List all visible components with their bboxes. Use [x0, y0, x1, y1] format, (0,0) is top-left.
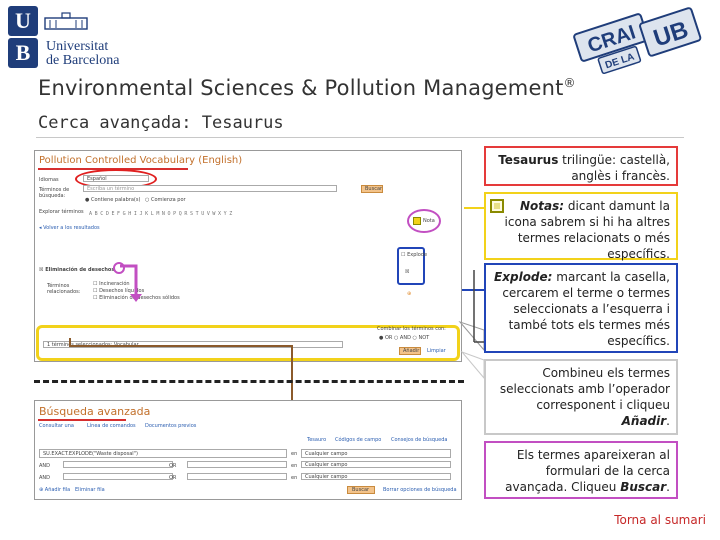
query-field-2b[interactable]	[187, 461, 287, 468]
page-subtitle: Cerca avançada: Tesaurus	[38, 113, 284, 133]
advanced-search-title-underline	[38, 419, 126, 421]
related-item[interactable]: ☐ Desechos líquidos	[93, 288, 144, 294]
entry-note-highlight	[113, 262, 125, 274]
explode-label: ☐ Explode	[401, 252, 428, 258]
advanced-search-title: Búsqueda avanzada	[39, 405, 151, 418]
advanced-search-button[interactable]: Buscar	[347, 486, 375, 494]
explore-label: Explorar términos	[39, 209, 84, 215]
option-contains[interactable]: ● Contiene palabra(s)	[85, 197, 140, 203]
combine-label: Combinar los términos con:	[377, 326, 446, 332]
term-input[interactable]: Escriba un término	[83, 185, 337, 192]
logo-name: Universitat de Barcelona	[46, 39, 120, 68]
info-box-explode: Explode: marcant la casella, cercarem el…	[484, 263, 678, 353]
remove-row-link[interactable]: Eliminar fila	[75, 487, 105, 493]
note-icon	[490, 199, 504, 213]
explode-checkbox[interactable]: ☒	[405, 269, 409, 275]
logo-letter-u: U	[8, 6, 38, 36]
info-box-search: Els termes apareixeran al formulari de l…	[484, 441, 678, 499]
row2-mid-operator[interactable]: OR	[169, 463, 176, 469]
field-select-3[interactable]: Cualquier campo	[301, 473, 451, 480]
entry-term[interactable]: ☒ Eliminación de desechos	[39, 267, 114, 273]
advanced-search-screenshot: Búsqueda avanzada Consultar una Línea de…	[34, 400, 462, 500]
clear-form-link[interactable]: Borrar opciones de búsqueda	[383, 487, 457, 493]
row2-operator[interactable]: AND	[39, 463, 50, 469]
ub-logo: U B Universitat de Barcelona	[8, 6, 158, 68]
crai-logo: CRAI DE LA UB	[573, 7, 702, 74]
field-select-2[interactable]: Cualquier campo	[301, 461, 451, 468]
query-field-3[interactable]	[63, 473, 173, 480]
torna-sumari-link[interactable]: Torna al sumari	[614, 513, 706, 527]
option-starts[interactable]: ○ Comienza por	[145, 197, 186, 203]
alphabet-nav[interactable]: ABCDEFGHIJKLMNOPQRSTUVWXYZ	[89, 211, 235, 217]
row3-operator[interactable]: AND	[39, 475, 50, 481]
selected-terms-box: 1 términos seleccionados: Vocabular	[43, 341, 343, 348]
add-button[interactable]: Añadir	[399, 347, 421, 355]
query-field-2[interactable]	[63, 461, 173, 468]
thesaurus-screenshot: Pollution Controlled Vocabulary (English…	[34, 150, 462, 362]
related-item[interactable]: ☐ Eliminación de desechos sólidos	[93, 295, 180, 301]
info-box-thesaurus: Tesaurus trilingüe: castellà, anglès i f…	[484, 146, 678, 186]
field-select-1[interactable]: Cualquier campo	[301, 449, 451, 458]
combine-options[interactable]: ● OR ○ AND ○ NOT	[379, 335, 429, 341]
term-label: Términos de búsqueda:	[39, 187, 70, 199]
explode-note-icon[interactable]: ⊕	[407, 291, 411, 297]
header-divider	[36, 137, 684, 138]
info-box-notes: Notas: dicant damunt la icona sabrem si …	[484, 192, 678, 261]
row3-mid-operator[interactable]: OR	[169, 475, 176, 481]
add-row-link[interactable]: ⊕ Añadir fila	[39, 487, 70, 493]
field-in-label-3: en	[291, 475, 298, 481]
thesaurus-title: Pollution Controlled Vocabulary (English…	[39, 155, 243, 166]
adv-tab-basic[interactable]: Consultar una	[39, 423, 74, 429]
field-in-label: en	[291, 451, 298, 457]
tool-search-tips[interactable]: Consejos de búsqueda	[391, 437, 448, 443]
tool-field-codes[interactable]: Códigos de campo	[335, 437, 381, 443]
building-icon	[44, 12, 88, 30]
adv-tab-previous[interactable]: Documentos previos	[145, 423, 196, 429]
related-item[interactable]: ☐ Incineración	[93, 281, 130, 287]
note-label: Nota	[423, 218, 435, 224]
query-field[interactable]: SU.EXACT.EXPLODE("Waste disposal")	[39, 449, 287, 458]
clear-link[interactable]: Limpiar	[427, 348, 446, 354]
idioma-label: Idiomas	[39, 177, 59, 183]
related-label: Términos relacionados:	[47, 283, 81, 295]
info-box-combine: Combineu els termes seleccionats amb l’o…	[484, 359, 678, 435]
page-title: Environmental Sciences & Pollution Manag…	[38, 76, 576, 100]
query-field-3b[interactable]	[187, 473, 287, 480]
note-icon[interactable]	[413, 217, 421, 225]
adv-tab-command[interactable]: Línea de comandos	[87, 423, 136, 429]
section-separator	[34, 380, 464, 383]
field-in-label-2: en	[291, 463, 298, 469]
back-link[interactable]: ◂ Volver a los resultados	[39, 225, 100, 231]
tool-thesaurus[interactable]: Tesauro	[307, 437, 326, 443]
thesaurus-search-button[interactable]: Buscar	[361, 185, 383, 193]
logo-letter-b: B	[8, 38, 38, 68]
